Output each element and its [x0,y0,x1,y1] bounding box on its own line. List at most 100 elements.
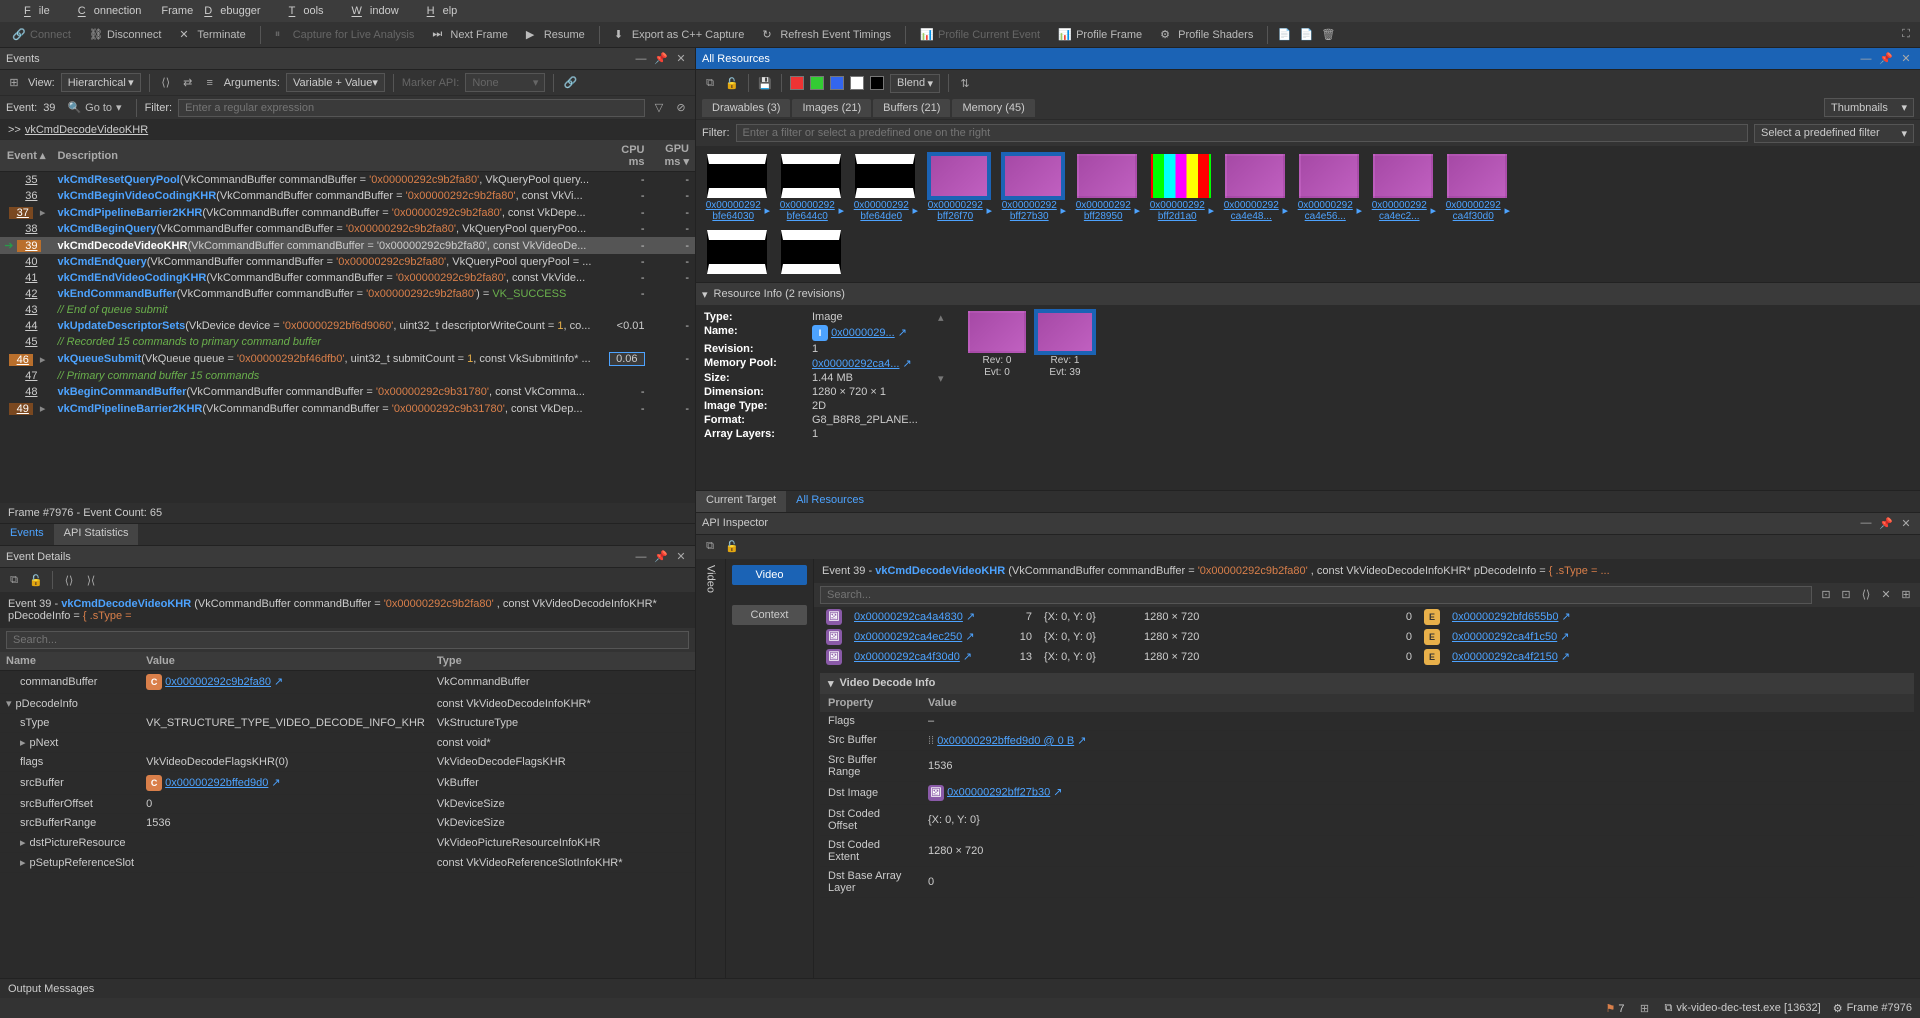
breadcrumb-link[interactable]: vkCmdDecodeVideoKHR [25,124,148,136]
event-row[interactable]: 41vkCmdEndVideoCodingKHR(VkCommandBuffer… [0,270,695,286]
section-video-decode[interactable]: ▾Video Decode Info [820,673,1914,694]
filter-clear-icon[interactable]: ⊘ [673,100,689,116]
col-name[interactable]: Name [0,652,140,671]
collapse-icon[interactable]: ⟩⟨ [83,572,99,588]
nav-right-icon[interactable]: ⊡ [1838,587,1854,603]
event-row[interactable]: 38vkCmdBeginQuery(VkCommandBuffer comman… [0,221,695,237]
resource-thumb[interactable]: 0x00000292ca4e48...▸ [1222,154,1288,222]
resource-thumb[interactable]: 0x00000292bfe644c0▸ [778,154,844,222]
minimize-icon[interactable]: — [633,51,649,67]
next-frame-button[interactable]: ⏭Next Frame [426,26,513,44]
res-filter-input[interactable] [736,124,1749,142]
detail-row[interactable]: ▸pNextconst void* [0,733,695,753]
api-context-button[interactable]: Context [732,605,807,625]
tab-current-target[interactable]: Current Target [696,491,786,512]
event-row[interactable]: 40vkCmdEndQuery(VkCommandBuffer commandB… [0,254,695,270]
event-row[interactable]: 49 ▸vkCmdPipelineBarrier2KHR(VkCommandBu… [0,400,695,417]
col-gpu[interactable]: GPU ms ▾ [651,140,695,172]
menu-frame-debugger[interactable]: Frame Debugger [153,3,268,19]
event-row[interactable]: 43// End of queue submit [0,302,695,318]
tab-memory[interactable]: Memory (45) [952,99,1034,117]
detail-row[interactable]: flagsVkVideoDecodeFlagsKHR(0)VkVideoDeco… [0,753,695,772]
resource-thumb[interactable]: 0x00000292bfe64030▸ [704,154,770,222]
tab-buffers[interactable]: Buffers (21) [873,99,950,117]
minimize-icon[interactable]: — [1858,515,1874,531]
resource-thumb[interactable]: 0x00000292bff28950▸ [1074,154,1140,222]
col-type[interactable]: Type [431,652,695,671]
slot-row[interactable]: 🖼0x00000292ca4a4830 ↗7{X: 0, Y: 0}1280 ×… [820,607,1914,627]
arrows-icon[interactable]: ⇄ [180,75,196,91]
resource-thumb[interactable]: 0x00000292ca4ec2...▸ [1370,154,1436,222]
event-row[interactable]: 37 ▸vkCmdPipelineBarrier2KHR(VkCommandBu… [0,204,695,221]
revision-thumb[interactable]: Rev: 1Evt: 39 [1036,311,1094,440]
detail-row[interactable]: ▸dstPictureResourceVkVideoPictureResourc… [0,833,695,853]
event-row[interactable]: ➔39vkCmdDecodeVideoKHR(VkCommandBuffer c… [0,237,695,254]
red-channel[interactable] [790,76,804,90]
resource-thumb[interactable]: 0x00000292bff27b30▸ [1000,154,1066,222]
terminate-button[interactable]: ✕Terminate [173,26,251,44]
event-row[interactable]: 44vkUpdateDescriptorSets(VkDevice device… [0,318,695,334]
tab-all-resources[interactable]: All Resources [786,491,874,512]
menu-window[interactable]: Window [336,3,407,19]
event-row[interactable]: 36vkCmdBeginVideoCodingKHR(VkCommandBuff… [0,188,695,204]
save-icon[interactable]: 💾 [757,75,773,91]
api-video-button[interactable]: Video [732,565,807,585]
link-icon[interactable]: 🔗 [562,75,578,91]
col-property[interactable]: Property [820,694,920,712]
menu-connection[interactable]: Connection [62,3,150,19]
slot-row[interactable]: 🖼0x00000292ca4f30d0 ↗13{X: 0, Y: 0}1280 … [820,647,1914,667]
arguments-combo[interactable]: Variable + Value▾ [286,73,385,92]
resource-thumb[interactable]: 0x00000292ca4e56...▸ [1296,154,1362,222]
detail-row[interactable]: srcBufferRange1536VkDeviceSize [0,814,695,833]
close-icon[interactable]: ✕ [1898,515,1914,531]
pin-icon[interactable]: 📌 [653,549,669,565]
revision-thumb[interactable]: Rev: 0Evt: 0 [968,311,1026,440]
detail-row[interactable]: sTypeVK_STRUCTURE_TYPE_VIDEO_DECODE_INFO… [0,714,695,733]
api-more-icon[interactable]: ⊞ [1898,587,1914,603]
resource-thumb[interactable]: 0x00000292ca4f30d0▸ [1444,154,1510,222]
profile-frame-button[interactable]: 📊Profile Frame [1052,26,1148,44]
tab-api-stats[interactable]: API Statistics [54,524,139,545]
blend-combo[interactable]: Blend▾ [890,74,940,93]
green-channel[interactable] [810,76,824,90]
resource-thumb[interactable]: 0x00000292bff26f70▸ [926,154,992,222]
clear-icon[interactable]: 🗑 [1320,27,1336,43]
copy-icon[interactable]: ⧉ [702,539,718,555]
resource-thumb[interactable]: 0x00000292bfe64de0▸ [852,154,918,222]
tab-drawables[interactable]: Drawables (3) [702,99,790,117]
event-row[interactable]: 45// Recorded 15 commands to primary com… [0,334,695,350]
detail-row[interactable]: ▸pSetupReferenceSlotconst VkVideoReferen… [0,853,695,873]
expand-icon[interactable]: ⛶ [1898,27,1914,43]
menu-tools[interactable]: Tools [273,3,332,19]
col-description[interactable]: Description [51,140,597,172]
slot-row[interactable]: 🖼0x00000292ca4ec250 ↗10{X: 0, Y: 0}1280 … [820,627,1914,647]
api-expand-icon[interactable]: ⟨⟩ [1858,587,1874,603]
expand-icon[interactable]: ⟨⟩ [61,572,77,588]
minimize-icon[interactable]: — [633,549,649,565]
col-value[interactable]: Value [920,694,1914,712]
detail-row[interactable]: commandBufferC 0x00000292c9b2fa80 ↗VkCom… [0,671,695,694]
profile-shaders-button[interactable]: ⚙Profile Shaders [1154,26,1259,44]
nav-left-icon[interactable]: ⊡ [1818,587,1834,603]
lock-icon[interactable]: 🔓 [28,572,44,588]
alpha-channel[interactable] [850,76,864,90]
bars-icon[interactable]: ≡ [202,75,218,91]
menu-help[interactable]: Help [411,3,466,19]
view-combo[interactable]: Hierarchical▾ [61,73,141,92]
event-row[interactable]: 35vkCmdResetQueryPool(VkCommandBuffer co… [0,172,695,189]
pin-icon[interactable]: 📌 [1878,515,1894,531]
event-row[interactable]: 47// Primary command buffer 15 commands [0,368,695,384]
predefined-combo[interactable]: Select a predefined filter▾ [1754,124,1914,143]
res-info-header[interactable]: ▾Resource Info (2 revisions) [696,283,1920,305]
grid-icon[interactable]: ⊞ [6,75,22,91]
event-row[interactable]: 42vkEndCommandBuffer(VkCommandBuffer com… [0,286,695,302]
close-icon[interactable]: ✕ [673,51,689,67]
event-row[interactable]: 48vkBeginCommandBuffer(VkCommandBuffer c… [0,384,695,400]
sort-icon[interactable]: ⇅ [957,75,973,91]
filter-input[interactable] [178,99,645,117]
filter-opts-icon[interactable]: ▽ [651,100,667,116]
copy-icon[interactable]: ⧉ [6,572,22,588]
lock-icon[interactable]: 🔓 [724,539,740,555]
pin-icon[interactable]: 📌 [1878,51,1894,67]
black-channel[interactable] [870,76,884,90]
